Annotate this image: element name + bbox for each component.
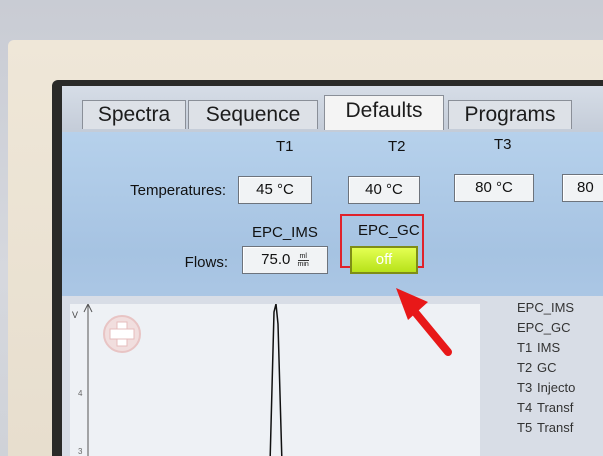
spectrum-peak-line bbox=[269, 303, 283, 456]
temperatures-label: Temperatures: bbox=[130, 182, 226, 199]
epc-ims-flow-value: 75.0 bbox=[261, 251, 291, 268]
flows-label: Flows: bbox=[184, 254, 228, 271]
y-tick-4: 4 bbox=[78, 389, 83, 398]
legend-item[interactable]: T3 Injecto bbox=[517, 380, 575, 395]
flow-unit: ml min bbox=[297, 252, 309, 268]
legend-item[interactable]: EPC_GC bbox=[517, 320, 570, 335]
add-icon[interactable] bbox=[103, 315, 141, 353]
tab-spectra[interactable]: Spectra bbox=[82, 100, 186, 129]
temperature-t3-field[interactable]: 80 °C bbox=[454, 174, 534, 202]
flow-unit-numerator: ml bbox=[297, 252, 309, 261]
touch-screen: Spectra Sequence Defaults Programs T1 T2… bbox=[62, 86, 603, 456]
y-tick-3: 3 bbox=[78, 447, 83, 456]
tab-programs[interactable]: Programs bbox=[448, 100, 572, 129]
column-header-t3: T3 bbox=[494, 136, 512, 153]
legend-item[interactable]: T1 IMS bbox=[517, 340, 560, 355]
tab-defaults[interactable]: Defaults bbox=[324, 95, 444, 130]
column-header-t2: T2 bbox=[388, 138, 406, 155]
legend-item[interactable]: T5 Transf bbox=[517, 420, 573, 435]
y-axis-arrow-left bbox=[83, 303, 89, 313]
epc-gc-toggle-button[interactable]: off bbox=[350, 246, 418, 274]
tab-bar: Spectra Sequence Defaults Programs bbox=[62, 86, 603, 132]
legend-item[interactable]: T4 Transf bbox=[517, 400, 573, 415]
epc-ims-flow-field[interactable]: 75.0 ml min bbox=[242, 246, 328, 274]
y-axis-top-label: V bbox=[72, 310, 78, 320]
y-axis-arrow-right bbox=[87, 303, 93, 313]
flow-unit-denominator: min bbox=[297, 260, 309, 268]
tab-sequence[interactable]: Sequence bbox=[188, 100, 318, 129]
column-header-epc-ims: EPC_IMS bbox=[252, 224, 318, 241]
temperature-t2-field[interactable]: 40 °C bbox=[348, 176, 420, 204]
temperature-t4-field[interactable]: 80 bbox=[562, 174, 603, 202]
temperature-t1-field[interactable]: 45 °C bbox=[238, 176, 312, 204]
legend-item[interactable]: EPC_IMS bbox=[517, 300, 574, 315]
column-header-t1: T1 bbox=[276, 138, 294, 155]
annotation-arrow-icon bbox=[396, 288, 452, 356]
legend-item[interactable]: T2 GC bbox=[517, 360, 557, 375]
